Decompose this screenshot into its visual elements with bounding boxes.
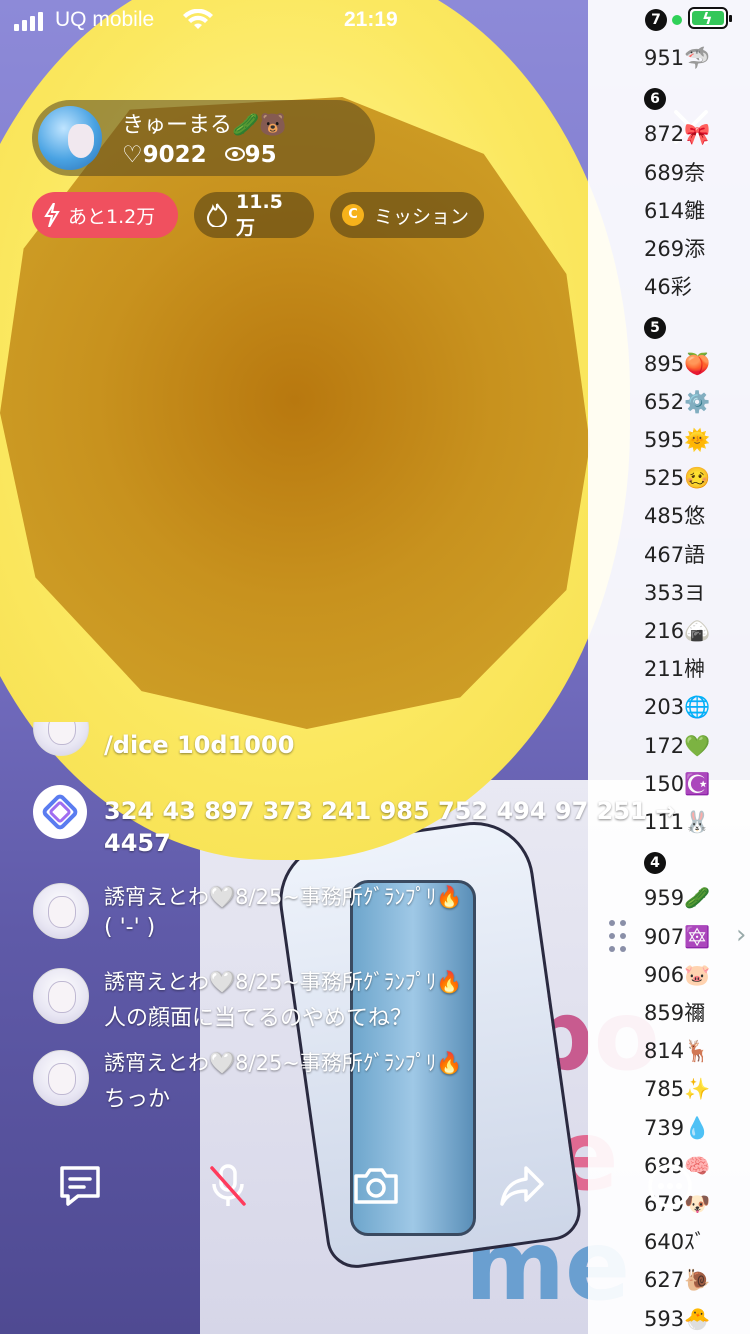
more-icon[interactable] [646,1162,694,1210]
rank-entry: 614雛 [644,198,706,223]
mission-label: ミッション [374,205,470,228]
chat-avatar[interactable] [33,968,89,1024]
remaining-pill[interactable]: あと1.2万 [32,192,178,238]
rank-entry: 785✨ [644,1077,711,1102]
rank-entry: 872🎀 [644,122,711,147]
signal-icon [14,12,43,31]
rank-entry: 353ヨ [644,580,706,605]
rank-entry: 689奈 [644,160,706,185]
lightning-icon [44,203,60,227]
rank-entry: 906🐷 [644,962,711,987]
carrier-name: UQ mobile [55,8,155,31]
chat-username[interactable]: 誘宵えとわ🤍8/25~事務所ｸﾞﾗﾝﾌﾟﾘ🔥 [104,966,463,996]
host-card[interactable]: きゅーまる🥒🐻 ♡9022 95 [32,100,375,176]
host-avatar[interactable] [38,106,102,170]
dice-result-line2: 4457 [104,829,171,857]
chat-avatar[interactable] [33,883,89,939]
rank-entry: 211榊 [644,657,706,682]
rank-group-badge: 5 [644,310,666,340]
chat-username[interactable]: 誘宵えとわ🤍8/25~事務所ｸﾞﾗﾝﾌﾟﾘ🔥 [104,881,463,911]
viewer-count: 95 [244,142,277,168]
notification-badge: 7 [645,9,667,31]
comment-icon[interactable] [56,1162,104,1210]
rank-entry: 951🦈 [644,46,711,70]
rank-entry: 814🦌 [644,1039,711,1064]
rank-entry: 269添 [644,237,706,261]
points-pill[interactable]: 11.5万 [194,190,314,239]
rank-badge: 6 [644,88,666,111]
green-dot-icon [672,15,682,25]
rank-entry: 859禰 [644,1001,706,1025]
likes-count: ♡9022 [122,142,207,168]
coin-icon: C [342,204,364,226]
remaining-label: あと1.2万 [68,205,156,228]
mic-muted-icon[interactable] [204,1162,252,1210]
rank-entry: 150☪️ [644,771,711,796]
rank-badge: 5 [644,317,666,340]
rank-entry: 216🍙 [644,619,711,643]
rank-entry: 172💚 [644,733,711,758]
chat-username[interactable]: 誘宵えとわ🤍8/25~事務所ｸﾞﾗﾝﾌﾟﾘ🔥 [104,1047,463,1077]
chat-message: ( '-' ) [104,915,156,940]
rank-entry: 525🥴 [644,466,711,491]
rank-entry: 640ｽﾞ [644,1230,706,1255]
host-stats: ♡9022 95 [122,142,277,168]
rank-entry: 467語 [644,542,706,567]
chat-message: ちっか [104,1087,171,1112]
rank-entry: 203🌐 [644,695,711,720]
rank-entry: 907🔯 [644,924,711,949]
chevron-right-icon[interactable]: › [736,920,746,950]
status-bar: UQ mobile 21:19 7 ϟ [0,0,750,40]
drag-handle-icon[interactable] [607,918,629,958]
rank-entry: 593🐣 [644,1306,711,1331]
rank-entry: 959🥒 [644,886,711,911]
rank-entry: 485悠 [644,504,706,529]
chat-avatar[interactable] [33,1050,89,1106]
rank-entry: 652⚙️ [644,389,711,414]
battery-icon: ϟ [688,7,732,29]
dice-command: /dice 10d1000 [104,731,295,759]
rank-group-badge: 6 [644,81,666,111]
rank-group-badge: 4 [644,845,666,875]
rank-entry: 46彩 [644,275,692,300]
wifi-icon [183,9,213,29]
rank-entry: 627🐌 [644,1268,711,1293]
flame-icon [206,203,228,227]
dice-bot-icon [42,794,78,830]
camera-icon[interactable] [352,1162,400,1210]
mission-pill[interactable]: C ミッション [330,192,484,238]
host-name: きゅーまる🥒🐻 [122,113,287,138]
dice-result-line1: 324 43 897 373 241 985 752 494 97 251 → [104,797,676,825]
rank-badge: 4 [644,852,666,875]
points-label: 11.5万 [236,190,283,239]
rank-entry: 595🌞 [644,428,711,452]
clock: 21:19 [344,8,398,31]
dice-bot-avatar [33,785,87,839]
rank-entry: 739💧 [644,1115,711,1140]
rank-entry: 895🍑 [644,351,711,376]
eye-icon [224,142,245,168]
chat-message: 人の顔面に当てるのやめてね？ [104,1006,413,1031]
share-icon[interactable] [498,1162,546,1210]
